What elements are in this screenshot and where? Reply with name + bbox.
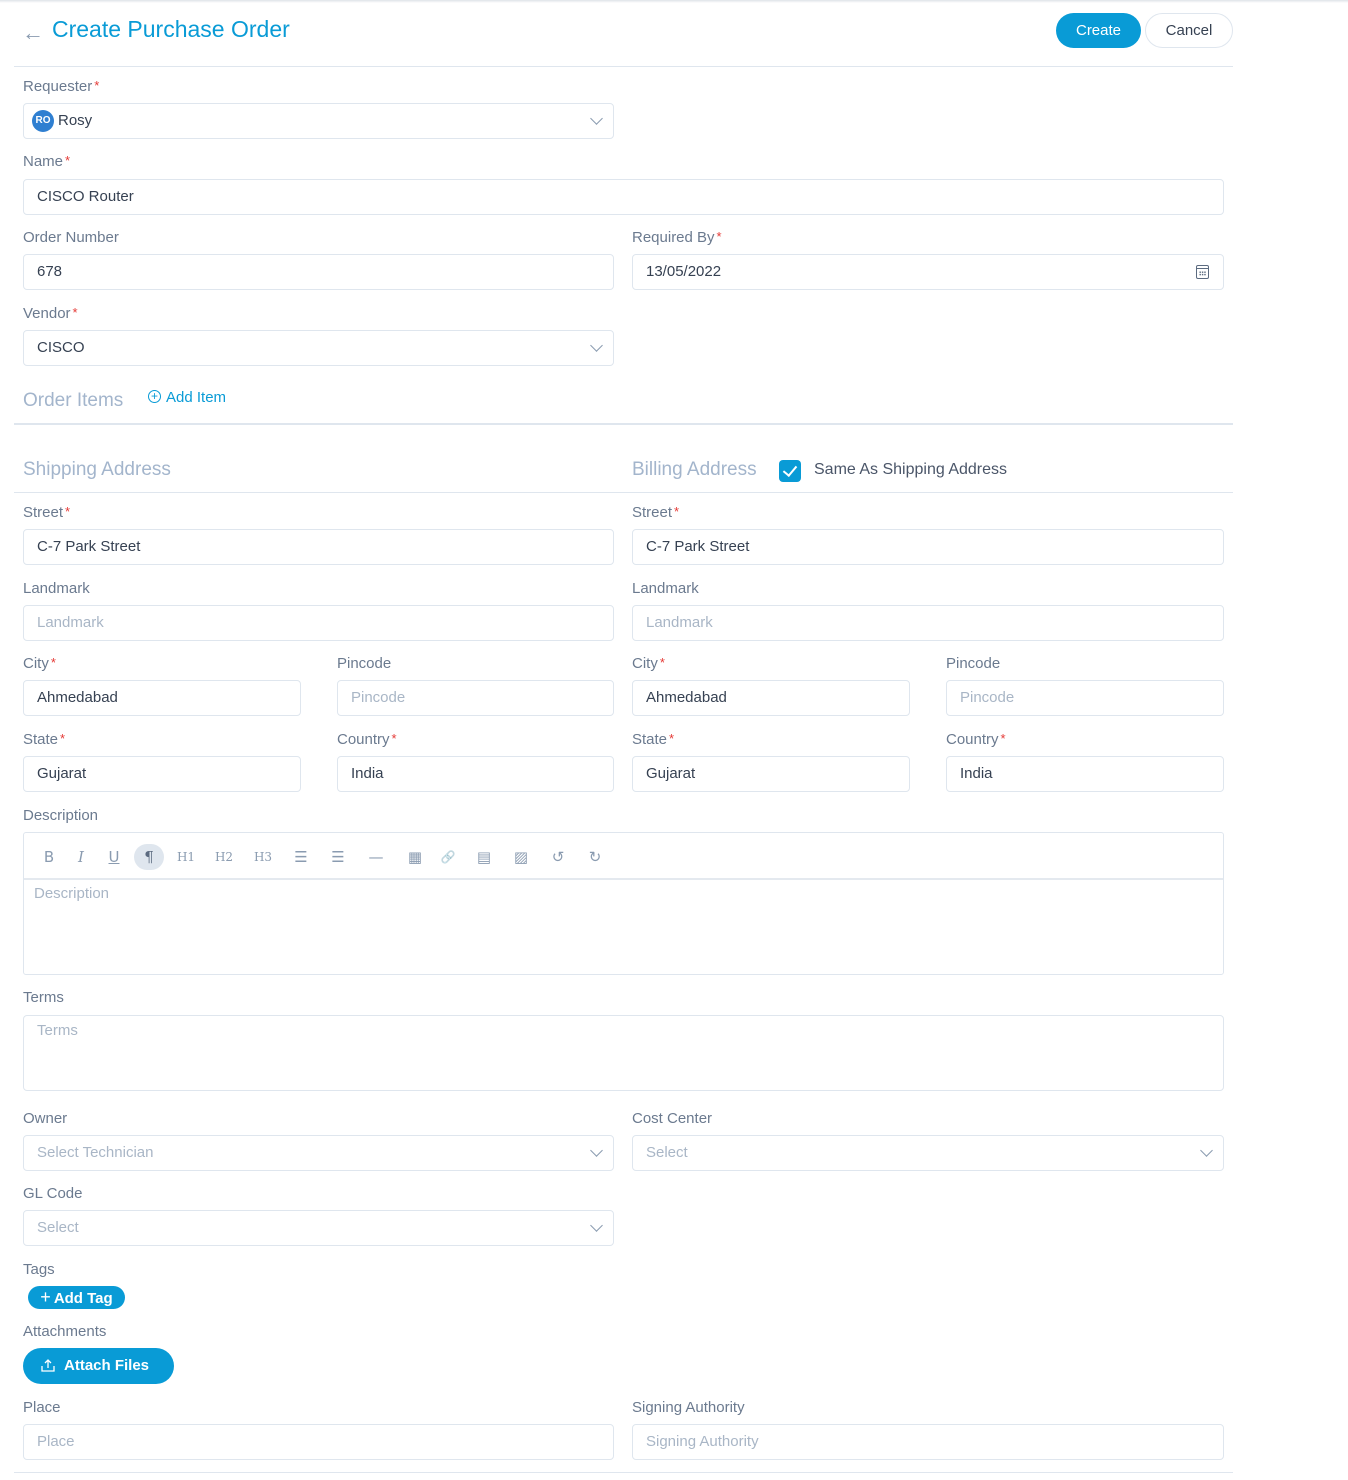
requester-select[interactable]: RO Rosy: [23, 103, 614, 139]
shipping-pincode-input[interactable]: Pincode: [337, 680, 614, 716]
undo-icon[interactable]: ↺: [548, 844, 568, 870]
divider: [14, 423, 1233, 425]
table-icon[interactable]: ▦: [405, 844, 425, 870]
signing-authority-label: Signing Authority: [632, 1399, 745, 1416]
gl-code-label: GL Code: [23, 1185, 83, 1202]
description-editor[interactable]: B I U ¶ H1 H2 H3 ☰ ☰ — ▦ 🔗 ▤ ▨ ↺ ↻ Descr…: [23, 832, 1224, 975]
bold-icon[interactable]: B: [39, 844, 59, 870]
chevron-down-icon: [590, 1144, 603, 1157]
signing-authority-input[interactable]: Signing Authority: [632, 1424, 1224, 1460]
back-arrow-icon[interactable]: ←: [22, 20, 44, 46]
create-button[interactable]: Create: [1056, 13, 1141, 48]
billing-address-heading: Billing Address: [632, 459, 757, 480]
shipping-country-input[interactable]: India: [337, 756, 614, 792]
shipping-country-label: Country *: [337, 731, 397, 748]
billing-state-input[interactable]: Gujarat: [632, 756, 910, 792]
underline-icon[interactable]: U: [104, 844, 124, 870]
billing-pincode-label: Pincode: [946, 655, 1001, 672]
attachments-label: Attachments: [23, 1323, 107, 1340]
shipping-state-input[interactable]: Gujarat: [23, 756, 301, 792]
upload-icon: [41, 1359, 55, 1372]
attach-files-button[interactable]: Attach Files: [23, 1348, 174, 1384]
heading1-icon[interactable]: H1: [176, 844, 196, 870]
bullet-list-icon[interactable]: ☰: [291, 844, 311, 870]
billing-landmark-input[interactable]: Landmark: [632, 605, 1224, 641]
terms-textarea[interactable]: Terms: [23, 1015, 1224, 1091]
divider: [14, 492, 1233, 493]
description-label: Description: [23, 807, 99, 824]
chevron-down-icon: [1200, 1144, 1213, 1157]
plus-circle-icon: +: [148, 389, 161, 403]
billing-landmark-label: Landmark: [632, 580, 699, 597]
same-as-shipping-label[interactable]: Same As Shipping Address: [814, 461, 1007, 479]
order-items-heading: Order Items: [23, 390, 124, 411]
ordered-list-icon[interactable]: ☰: [328, 844, 348, 870]
italic-icon[interactable]: I: [71, 844, 91, 870]
description-placeholder: Description: [34, 885, 110, 902]
order-number-input[interactable]: 678: [23, 254, 614, 290]
shipping-landmark-input[interactable]: Landmark: [23, 605, 614, 641]
paragraph-icon[interactable]: ¶: [134, 844, 164, 870]
billing-country-label: Country *: [946, 731, 1006, 748]
place-input[interactable]: Place: [23, 1424, 614, 1460]
heading3-icon[interactable]: H3: [253, 844, 273, 870]
shipping-street-input[interactable]: C-7 Park Street: [23, 529, 614, 565]
required-marker: *: [94, 78, 100, 93]
shipping-city-input[interactable]: Ahmedabad: [23, 680, 301, 716]
same-as-shipping-checkbox[interactable]: [779, 460, 801, 482]
page-header: ← Create Purchase Order Create Cancel: [14, 10, 1233, 67]
owner-select[interactable]: Select Technician: [23, 1135, 614, 1171]
cost-center-select[interactable]: Select: [632, 1135, 1224, 1171]
shipping-address-heading: Shipping Address: [23, 459, 171, 480]
required-by-label: Required By *: [632, 229, 722, 246]
heading2-icon[interactable]: H2: [214, 844, 234, 870]
avatar: RO: [32, 110, 54, 133]
calendar-icon[interactable]: [1196, 265, 1209, 279]
name-label: Name *: [23, 153, 71, 170]
billing-city-input[interactable]: Ahmedabad: [632, 680, 910, 716]
chevron-down-icon: [590, 339, 603, 352]
requester-label: Requester *: [23, 78, 100, 95]
redo-icon[interactable]: ↻: [585, 844, 605, 870]
chevron-down-icon: [590, 112, 603, 125]
cancel-button[interactable]: Cancel: [1145, 13, 1233, 48]
add-item-link[interactable]: + Add Item: [148, 389, 226, 406]
required-by-date-input[interactable]: 13/05/2022: [632, 254, 1224, 290]
billing-country-input[interactable]: India: [946, 756, 1224, 792]
billing-city-label: City *: [632, 655, 665, 672]
horizontal-rule-icon[interactable]: —: [366, 844, 386, 870]
link-icon[interactable]: 🔗: [438, 844, 458, 870]
terms-label: Terms: [23, 989, 64, 1006]
plus-icon: +: [40, 1287, 51, 1307]
shipping-landmark-label: Landmark: [23, 580, 90, 597]
shipping-pincode-label: Pincode: [337, 655, 392, 672]
chevron-down-icon: [590, 1219, 603, 1232]
gl-code-select[interactable]: Select: [23, 1210, 614, 1246]
billing-street-label: Street *: [632, 504, 680, 521]
vendor-select[interactable]: CISCO: [23, 330, 614, 366]
divider: [14, 1472, 1233, 1473]
billing-pincode-input[interactable]: Pincode: [946, 680, 1224, 716]
video-icon[interactable]: ▤: [474, 844, 494, 870]
tags-label: Tags: [23, 1261, 55, 1278]
billing-street-input[interactable]: C-7 Park Street: [632, 529, 1224, 565]
add-tag-button[interactable]: + Add Tag: [28, 1286, 125, 1309]
order-number-label: Order Number: [23, 229, 119, 246]
billing-state-label: State *: [632, 731, 675, 748]
vendor-label: Vendor *: [23, 305, 78, 322]
owner-label: Owner: [23, 1110, 68, 1127]
shipping-city-label: City *: [23, 655, 56, 672]
image-icon[interactable]: ▨: [511, 844, 531, 870]
editor-toolbar: B I U ¶ H1 H2 H3 ☰ ☰ — ▦ 🔗 ▤ ▨ ↺ ↻: [24, 833, 1223, 880]
shipping-street-label: Street *: [23, 504, 71, 521]
shipping-state-label: State *: [23, 731, 66, 748]
page-title: Create Purchase Order: [52, 16, 290, 42]
name-input[interactable]: CISCO Router: [23, 179, 1224, 215]
top-shadow: [0, 0, 1348, 3]
place-label: Place: [23, 1399, 61, 1416]
cost-center-label: Cost Center: [632, 1110, 713, 1127]
